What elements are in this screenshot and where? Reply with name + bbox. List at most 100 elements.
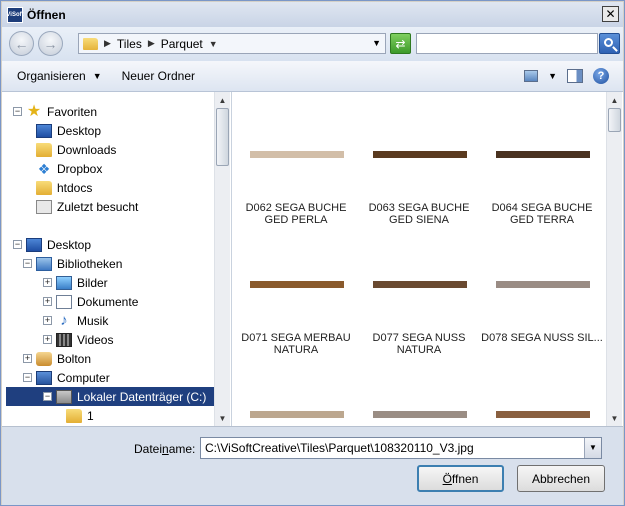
collapse-icon[interactable]: − [23,373,32,382]
file-item[interactable] [357,352,477,426]
filename-label: Dateiname: [134,442,196,456]
filename-input[interactable]: C:\ViSoftCreative\Tiles\Parquet\10832011… [200,437,602,459]
folder-icon [36,142,52,157]
nav-tree-label: Favoriten [47,104,98,119]
refresh-icon: ⇄ [395,36,406,51]
file-item[interactable]: D062 SEGA BUCHE GED PERLA [234,92,354,226]
file-item[interactable]: D071 SEGA MERBAU NATURA [234,222,354,356]
file-item[interactable]: D078 SEGA NUSS SIL... [480,222,603,344]
forward-button[interactable]: → [38,31,63,56]
file-item[interactable] [234,352,354,426]
expand-icon[interactable]: + [43,316,52,325]
drive-icon [56,389,72,404]
arrow-right-icon: → [43,35,58,52]
view-options-dropdown-icon[interactable]: ▼ [548,71,557,81]
close-button[interactable]: ✕ [602,6,619,22]
file-thumbnail [250,281,344,288]
nav-tree-label: Computer [57,370,110,385]
computer-icon [36,370,52,385]
file-item[interactable]: D063 SEGA BUCHE GED SIENA [357,92,477,226]
nav-tree-item[interactable]: Desktop [36,121,101,140]
nav-tree-item[interactable]: − Lokaler Datenträger (C:) [6,387,215,406]
expand-icon[interactable]: + [43,335,52,344]
nav-tree-label: Bibliotheken [57,256,123,271]
change-view-icon[interactable] [524,70,539,82]
nav-tree-item[interactable]: − Computer [23,368,110,387]
music-icon: ♪ [60,311,68,329]
breadcrumb-dropdown-icon[interactable]: ▼ [209,39,218,49]
nav-tree-item[interactable]: Downloads [36,140,116,159]
breadcrumb-separator-icon[interactable]: ▶ [148,38,155,49]
file-thumbnail [496,151,590,158]
search-button[interactable] [599,33,620,54]
address-row: ← → ▶ Tiles ▶ Parquet ▼ ▼ ⇄ [2,27,623,61]
cancel-button[interactable]: Abbrechen [517,465,605,492]
nav-tree-item[interactable]: − Desktop [13,235,92,254]
file-thumbnail [373,281,467,288]
nav-tree-item[interactable]: − ★ Favoriten [13,102,98,121]
window-title: Öffnen [27,7,66,22]
nav-tree-label: Desktop [57,123,102,138]
nav-tree-item[interactable]: − Bibliotheken [23,254,123,273]
search-input[interactable] [416,33,598,54]
pictures-icon [56,275,72,290]
refresh-button[interactable]: ⇄ [390,33,411,54]
nav-tree-item[interactable]: htdocs [36,178,92,197]
expand-icon[interactable]: + [23,354,32,363]
nav-tree-label: Desktop [47,237,92,252]
title-bar: ViSoft Öffnen ✕ [2,2,623,27]
nav-tree-label: Lokaler Datenträger (C:) [77,389,207,404]
open-button[interactable]: Öffnen [417,465,504,492]
address-history-dropdown-icon[interactable]: ▼ [372,38,381,48]
nav-tree-label: 1 [87,408,94,423]
nav-tree-item[interactable]: + ♪ Musik [43,311,108,330]
nav-tree-label: Zuletzt besucht [57,199,139,214]
folder-icon [83,37,98,50]
scroll-up-icon[interactable]: ▲ [215,92,230,108]
breadcrumb-separator-icon[interactable]: ▶ [104,38,111,49]
nav-tree-item[interactable]: + Bilder [43,273,108,292]
new-folder-button[interactable]: Neuer Ordner [122,69,195,83]
nav-tree-item[interactable]: + Bolton [23,349,91,368]
file-item[interactable]: D064 SEGA BUCHE GED TERRA [480,92,600,226]
file-name: D078 SEGA NUSS SIL... [481,332,603,344]
videos-icon [56,332,72,347]
dialog-footer: Dateiname: C:\ViSoftCreative\Tiles\Parqu… [2,426,623,505]
breadcrumb-tiles[interactable]: Tiles [117,37,142,51]
expand-icon[interactable]: + [43,278,52,287]
filename-dropdown-icon[interactable]: ▼ [584,438,601,458]
collapse-icon[interactable]: − [13,107,22,116]
nav-tree-item[interactable]: + Dokumente [43,292,138,311]
preview-pane-icon[interactable] [567,69,583,83]
back-button[interactable]: ← [9,31,34,56]
libraries-icon [36,256,52,271]
file-thumbnail [250,411,344,418]
nav-tree-item[interactable]: 1 [66,406,94,425]
expand-icon[interactable]: + [43,297,52,306]
chevron-down-icon: ▼ [92,71,102,81]
navigation-scrollbar[interactable]: ▲ ▼ [214,92,230,426]
organize-button[interactable]: Organisieren ▼ [17,69,102,83]
scroll-down-icon[interactable]: ▼ [215,410,230,426]
breadcrumb-parquet[interactable]: Parquet [161,37,203,51]
collapse-icon[interactable]: − [13,240,22,249]
arrow-left-icon: ← [14,35,29,52]
collapse-icon[interactable]: − [43,392,52,401]
scrollbar-thumb[interactable] [216,108,229,166]
address-bar[interactable]: ▶ Tiles ▶ Parquet ▼ ▼ [78,33,386,54]
file-item[interactable]: D077 SEGA NUSS NATURA [357,222,477,356]
nav-tree-item[interactable]: Zuletzt besucht [36,197,138,216]
dropbox-icon: ❖ [37,160,51,177]
file-item[interactable] [480,352,600,426]
nav-tree-item[interactable]: + Videos [43,330,113,349]
nav-tree-label: Downloads [57,142,117,157]
nav-tree-item[interactable]: ❖ Dropbox [36,159,103,178]
collapse-icon[interactable]: − [23,259,32,268]
user-folder-icon [36,351,52,366]
scrollbar-thumb[interactable] [608,108,621,132]
search-icon [603,37,613,47]
help-icon[interactable]: ? [593,68,609,84]
scroll-down-icon[interactable]: ▼ [607,410,622,426]
file-list-scrollbar[interactable]: ▲ ▼ [606,92,622,426]
scroll-up-icon[interactable]: ▲ [607,92,622,108]
